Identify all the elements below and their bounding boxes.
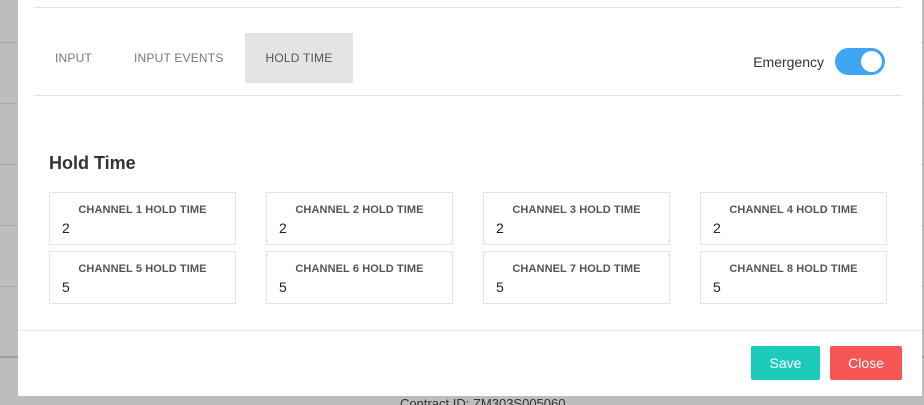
footer-divider [18, 330, 922, 331]
field-label: CHANNEL 8 HOLD TIME [729, 263, 858, 275]
tabs-divider [34, 95, 902, 96]
section-title: Hold Time [49, 153, 136, 173]
emergency-label: Emergency [753, 53, 824, 70]
emergency-control: Emergency [753, 48, 885, 75]
field-label: CHANNEL 1 HOLD TIME [78, 204, 207, 216]
field-value[interactable]: 2 [496, 220, 669, 236]
channel-1-hold-time-field[interactable]: CHANNEL 1 HOLD TIME 2 [49, 192, 236, 245]
contract-id-text: Contract ID: ZM303S005060 [400, 396, 566, 405]
channel-6-hold-time-field[interactable]: CHANNEL 6 HOLD TIME 5 [266, 251, 453, 304]
field-value[interactable]: 2 [713, 220, 886, 236]
field-value[interactable]: 5 [713, 279, 886, 295]
field-label: CHANNEL 5 HOLD TIME [78, 263, 207, 275]
channel-5-hold-time-field[interactable]: CHANNEL 5 HOLD TIME 5 [49, 251, 236, 304]
tab-input[interactable]: INPUT [34, 33, 113, 83]
backdrop-divider [0, 103, 18, 104]
backdrop-divider [0, 42, 18, 43]
channel-4-hold-time-field[interactable]: CHANNEL 4 HOLD TIME 2 [700, 192, 887, 245]
hold-time-grid: CHANNEL 1 HOLD TIME 2 CHANNEL 2 HOLD TIM… [49, 192, 887, 304]
field-label: CHANNEL 7 HOLD TIME [512, 263, 641, 275]
channel-8-hold-time-field[interactable]: CHANNEL 8 HOLD TIME 5 [700, 251, 887, 304]
field-value[interactable]: 5 [279, 279, 452, 295]
backdrop-divider [0, 225, 18, 226]
channel-2-hold-time-field[interactable]: CHANNEL 2 HOLD TIME 2 [266, 192, 453, 245]
field-value[interactable]: 2 [62, 220, 235, 236]
emergency-toggle[interactable] [835, 48, 885, 75]
backdrop-divider [0, 164, 18, 165]
tab-hold-time[interactable]: HOLD TIME [244, 33, 354, 83]
tab-input-events[interactable]: INPUT EVENTS [113, 33, 245, 83]
field-label: CHANNEL 2 HOLD TIME [295, 204, 424, 216]
field-label: CHANNEL 6 HOLD TIME [295, 263, 424, 275]
modal-top-divider [34, 7, 902, 8]
device-settings-modal: INPUT INPUT EVENTS HOLD TIME Emergency H… [18, 0, 922, 396]
field-label: CHANNEL 4 HOLD TIME [729, 204, 858, 216]
field-value[interactable]: 5 [496, 279, 669, 295]
tab-bar: INPUT INPUT EVENTS HOLD TIME [34, 33, 354, 83]
field-value[interactable]: 2 [279, 220, 452, 236]
toggle-knob [861, 51, 882, 72]
backdrop-divider [0, 286, 18, 287]
channel-7-hold-time-field[interactable]: CHANNEL 7 HOLD TIME 5 [483, 251, 670, 304]
field-label: CHANNEL 3 HOLD TIME [512, 204, 641, 216]
field-value[interactable]: 5 [62, 279, 235, 295]
save-button[interactable]: Save [751, 346, 820, 380]
close-button[interactable]: Close [830, 346, 902, 380]
channel-3-hold-time-field[interactable]: CHANNEL 3 HOLD TIME 2 [483, 192, 670, 245]
